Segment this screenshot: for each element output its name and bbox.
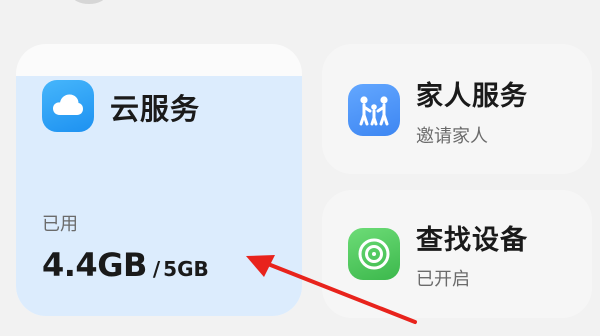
storage-used-label: 已用 bbox=[42, 214, 78, 235]
top-partial-element bbox=[72, 0, 106, 4]
cloud-service-title: 云服务 bbox=[110, 92, 201, 126]
find-device-title: 查找设备 bbox=[416, 225, 528, 256]
cloud-icon bbox=[42, 80, 94, 132]
find-device-status: 已开启 bbox=[416, 269, 470, 290]
family-service-subtitle: 邀请家人 bbox=[416, 126, 488, 147]
storage-usage: 4.4GB/5GB bbox=[42, 246, 209, 284]
storage-separator: / bbox=[152, 257, 161, 281]
find-device-card[interactable]: 查找设备 已开启 bbox=[322, 190, 592, 318]
storage-used-value: 4.4GB bbox=[42, 246, 147, 284]
cloud-service-card[interactable]: 云服务 已用 4.4GB/5GB bbox=[16, 44, 302, 316]
family-service-card[interactable]: 家人服务 邀请家人 bbox=[322, 44, 592, 174]
radar-icon bbox=[348, 228, 400, 280]
family-service-title: 家人服务 bbox=[416, 81, 528, 112]
family-icon bbox=[348, 84, 400, 136]
storage-total-value: 5GB bbox=[163, 257, 209, 281]
